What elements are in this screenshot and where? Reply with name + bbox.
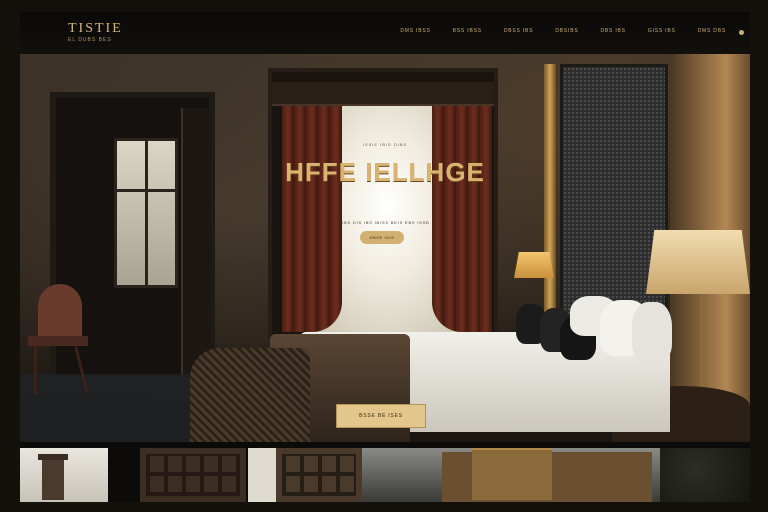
menu-dot-icon[interactable] [739,30,744,35]
top-navigation: TISTIE EL DUBS BES DMS IBSS BSS IBSS DBS… [20,12,750,55]
logo-subtitle: EL DUBS BES [68,37,112,43]
nav-link-3[interactable]: DBSS IBS [504,28,533,34]
curtain-pelmet [272,82,494,106]
hero-subline: DBS DIS IBS IBISS BEIS EBS ISSB [340,220,430,225]
hero-headline: HFFE IELLHGE [285,157,485,187]
nav-link-4[interactable]: DBSIBS [555,28,578,34]
chair-leg [74,346,89,394]
facade-windows [146,454,240,496]
gallery-thumb-tower[interactable] [20,448,108,502]
building-windows [282,454,356,496]
nav-link-6[interactable]: GISS IBS [648,28,676,34]
table-lamp-stem [700,294,706,394]
bed [190,296,672,442]
nav-links: DMS IBSS BSS IBSS DBSS IBS DBSIBS DBS IB… [400,28,726,34]
nav-link-2[interactable]: BSS IBSS [453,28,482,34]
gallery-thumb-mansion[interactable] [362,448,750,502]
bedroom-window [268,68,498,338]
hero-section: ISSIE IBIS DIBS HFFE IELLHGE DBS DIS IBS… [20,54,750,442]
logo-title: TISTIE [68,21,123,36]
knit-throw [190,348,310,442]
armchair [20,284,90,394]
table-lamp-shade [646,230,750,294]
website-frame: TISTIE EL DUBS BES DMS IBSS BSS IBSS DBS… [20,12,750,502]
nav-link-5[interactable]: DBS IBS [600,28,625,34]
site-logo[interactable]: TISTIE EL DUBS BES [68,21,123,44]
tower-image [38,454,68,500]
trees [660,448,750,502]
gallery-strip [20,448,750,502]
hero-kicker: ISSIE IBIS DIBS [362,142,408,147]
chair-back [38,284,82,339]
hero-pill-button[interactable]: HBSE ISIS [360,231,404,244]
chair-leg [34,346,37,394]
chair-seat [28,336,88,346]
gallery-thumb-facade[interactable] [140,448,246,502]
mansion-tower [472,448,552,500]
bedside-lamp-small [514,252,554,278]
gallery-thumb-light[interactable] [248,448,276,502]
nav-link-1[interactable]: DMS IBSS [400,28,430,34]
curtain-left [282,102,342,332]
book-now-button[interactable]: BSSE BE ISES [336,404,426,428]
gallery-thumb-building[interactable] [276,448,362,502]
nav-link-7[interactable]: DMS DBS [698,28,726,34]
pillow [632,302,672,362]
curtain-right [432,102,492,332]
